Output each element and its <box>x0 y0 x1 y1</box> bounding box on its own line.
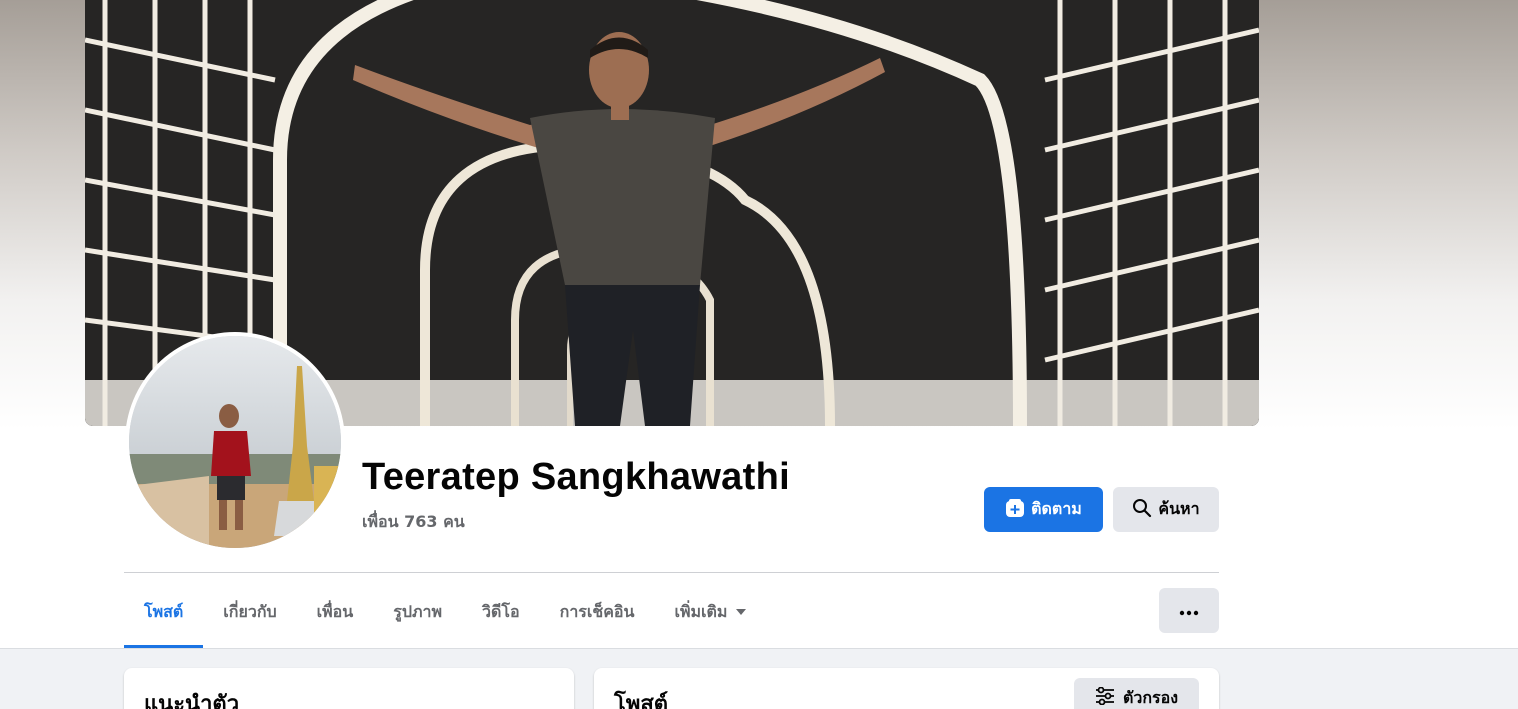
follow-plus-icon <box>1005 498 1025 522</box>
filter-button[interactable]: ตัวกรอง <box>1074 678 1199 709</box>
tab-checkins[interactable]: การเช็คอิน <box>540 588 655 636</box>
filter-sliders-icon <box>1095 686 1115 709</box>
tab-photos-label: รูปภาพ <box>393 601 443 621</box>
more-dots-icon <box>1179 601 1199 620</box>
filter-button-label: ตัวกรอง <box>1122 687 1179 707</box>
friends-count[interactable]: เพื่อน 763 คน <box>362 510 465 535</box>
header-divider <box>124 572 1219 573</box>
tab-videos[interactable]: วิดีโอ <box>462 588 540 636</box>
tab-friends[interactable]: เพื่อน <box>297 588 374 636</box>
caret-down-icon <box>735 603 747 622</box>
profile-tabs: โพสต์ เกี่ยวกับ เพื่อน รูปภาพ วิดีโอ การ… <box>124 588 767 648</box>
intro-card: แนะนำตัว <box>124 668 574 709</box>
tab-friends-label: เพื่อน <box>316 601 354 621</box>
search-button[interactable]: ค้นหา <box>1113 487 1219 532</box>
tab-checkins-label: การเช็คอิน <box>559 601 635 621</box>
tab-about[interactable]: เกี่ยวกับ <box>203 588 296 636</box>
tab-posts-label: โพสต์ <box>144 601 184 621</box>
tab-videos-label: วิดีโอ <box>482 601 520 621</box>
profile-name: Teeratep Sangkhawathi <box>362 456 790 498</box>
tab-more-label: เพิ่มเติม <box>674 601 728 621</box>
tab-photos[interactable]: รูปภาพ <box>373 588 462 636</box>
follow-button-label: ติดตาม <box>1031 499 1082 518</box>
follow-button[interactable]: ติดตาม <box>984 487 1103 532</box>
intro-title: แนะนำตัว <box>144 692 240 709</box>
search-icon <box>1132 498 1152 522</box>
more-options-button[interactable] <box>1159 588 1219 633</box>
profile-avatar[interactable] <box>125 332 345 552</box>
tab-more[interactable]: เพิ่มเติม <box>654 588 767 636</box>
posts-card: โพสต์ ตัวกรอง <box>594 668 1219 709</box>
search-button-label: ค้นหา <box>1158 499 1200 518</box>
tab-about-label: เกี่ยวกับ <box>223 601 277 621</box>
posts-title: โพสต์ <box>614 692 669 709</box>
tab-posts[interactable]: โพสต์ <box>124 588 204 648</box>
